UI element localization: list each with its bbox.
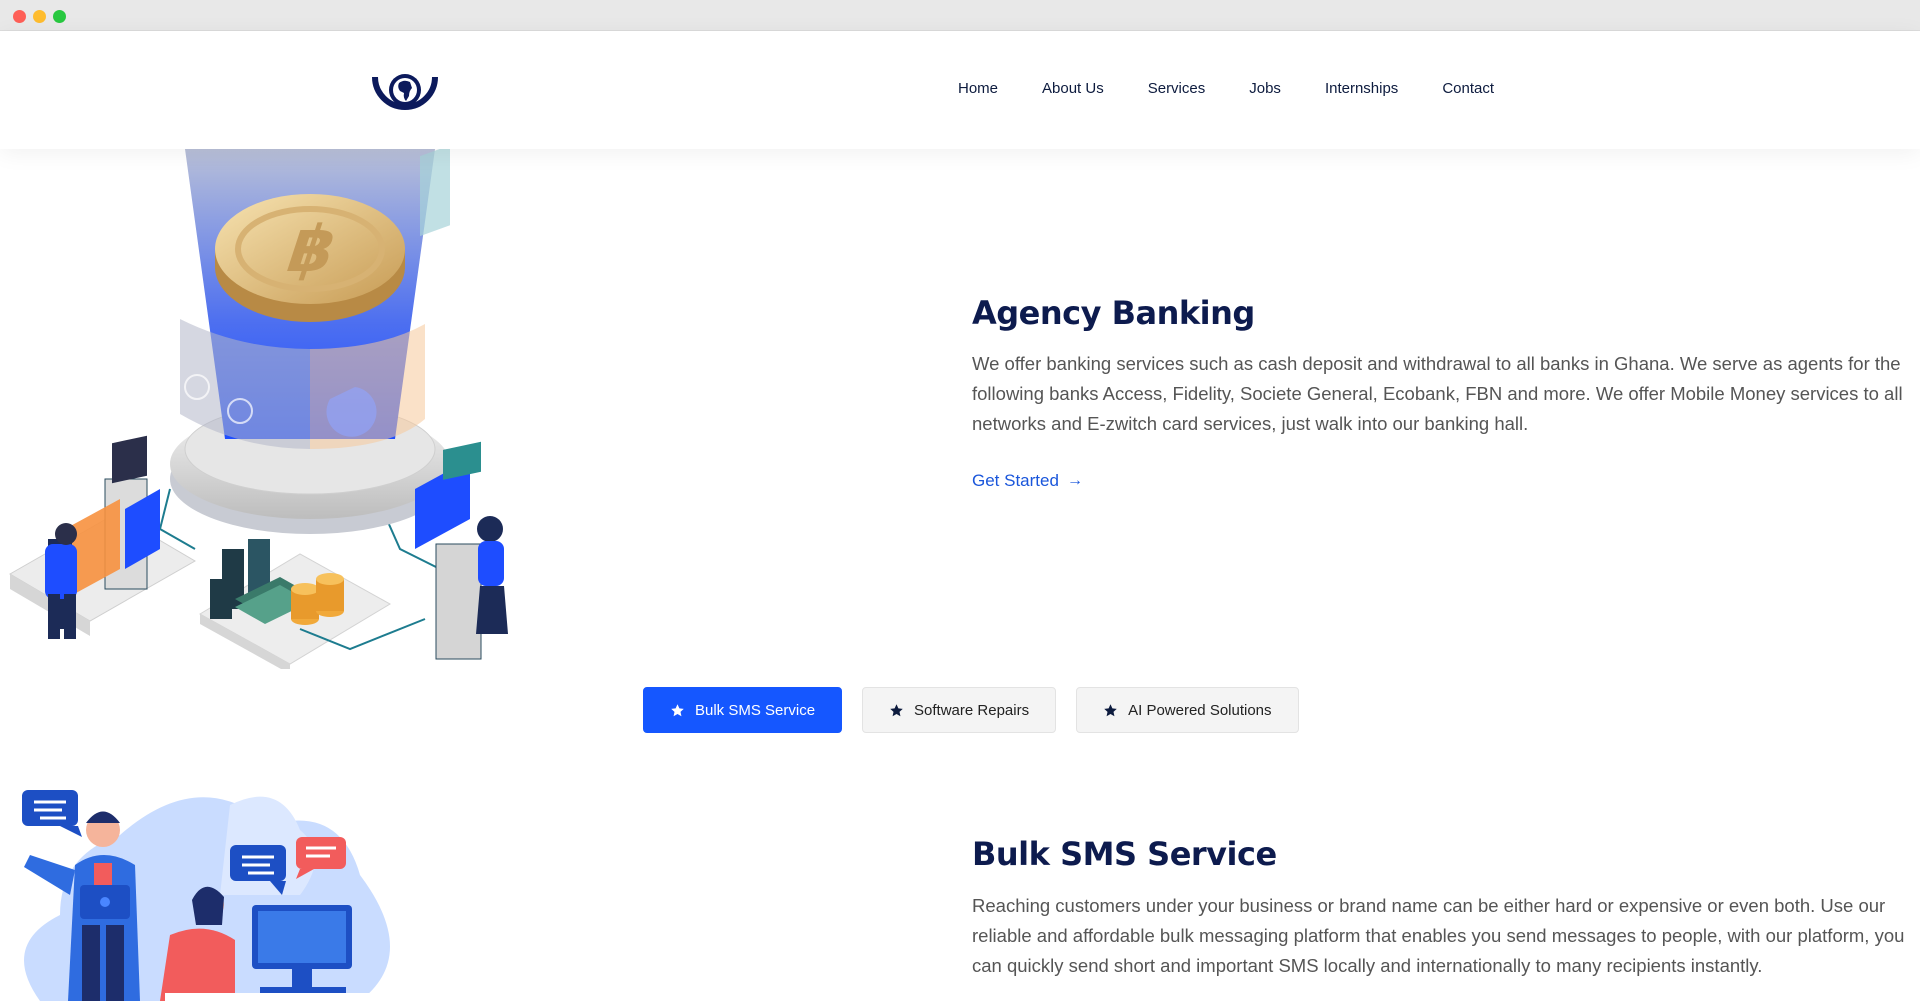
tab-label: AI Powered Solutions — [1128, 701, 1272, 719]
star-icon — [1104, 703, 1117, 716]
nav-about-us[interactable]: About Us — [1042, 80, 1104, 97]
agency-banking-illustration: ฿ — [9, 149, 508, 669]
globe-logo-icon — [372, 74, 438, 110]
services-tabs: Bulk SMS Service Software Repairs AI Pow… — [643, 687, 1299, 733]
main-nav: Home About Us Services Jobs Internships … — [958, 80, 1494, 97]
nav-jobs[interactable]: Jobs — [1249, 80, 1281, 97]
tab-label: Bulk SMS Service — [695, 701, 816, 719]
minimize-window-button[interactable] — [33, 10, 46, 23]
agency-banking-title: Agency Banking — [972, 294, 1255, 332]
nav-home[interactable]: Home — [958, 80, 998, 97]
tab-bulk-sms-service[interactable]: Bulk SMS Service — [643, 687, 843, 733]
get-started-link[interactable]: Get Started → — [972, 471, 1083, 491]
bulk-sms-title: Bulk SMS Service — [972, 835, 1277, 873]
tab-software-repairs[interactable]: Software Repairs — [862, 687, 1057, 733]
tab-ai-powered-solutions[interactable]: AI Powered Solutions — [1076, 687, 1299, 733]
nav-internships[interactable]: Internships — [1325, 80, 1398, 97]
bulk-sms-illustration — [22, 790, 410, 1001]
bulk-sms-description: Reaching customers under your business o… — [972, 895, 1905, 976]
nav-contact[interactable]: Contact — [1442, 80, 1494, 97]
site-logo[interactable] — [372, 69, 438, 129]
browser-titlebar — [0, 0, 1920, 31]
get-started-label: Get Started — [972, 471, 1059, 490]
nav-services[interactable]: Services — [1148, 80, 1206, 97]
agency-banking-description: We offer banking services such as cash d… — [972, 353, 1903, 434]
tab-label: Software Repairs — [914, 701, 1030, 719]
arrow-right-icon: → — [1066, 472, 1083, 489]
maximize-window-button[interactable] — [53, 10, 66, 23]
star-icon — [671, 703, 684, 716]
site-header: Home About Us Services Jobs Internships … — [0, 31, 1920, 149]
close-window-button[interactable] — [13, 10, 26, 23]
star-icon — [890, 703, 903, 716]
